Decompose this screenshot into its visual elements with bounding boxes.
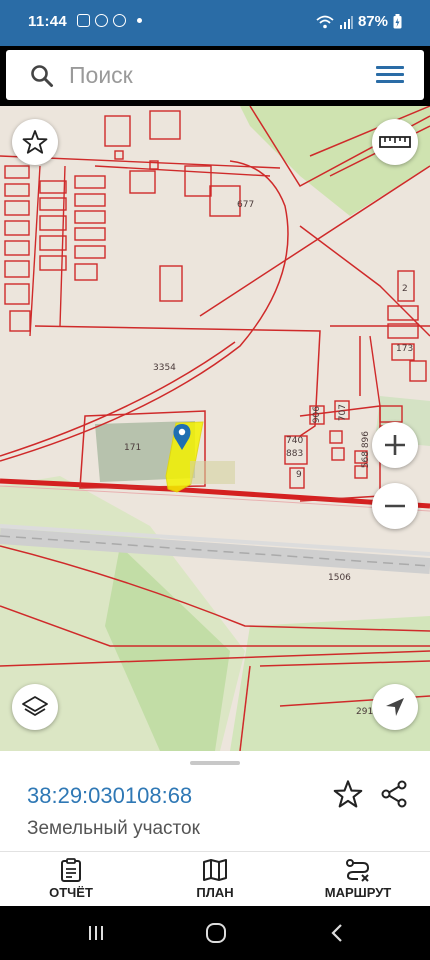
sheet-drag-handle[interactable] — [190, 761, 240, 765]
tab-route-label: МАРШРУТ — [324, 885, 392, 900]
parcel-type: Земельный участок — [27, 818, 200, 839]
parcel-label: 3354 — [153, 363, 176, 373]
signal-icon — [339, 15, 353, 29]
map-view[interactable]: 677 3354 171 906 707 740 883 9 568 896 1… — [0, 106, 430, 751]
parcel-label: 677 — [237, 200, 255, 210]
tab-report[interactable]: ОТЧЁТ — [16, 858, 126, 900]
tab-plan-label: ПЛАН — [196, 885, 234, 900]
minus-icon — [385, 504, 405, 508]
parcel-label: 707 — [338, 404, 348, 422]
search-bar[interactable]: Поиск — [6, 50, 424, 100]
my-location-button[interactable] — [372, 684, 418, 730]
ruler-button[interactable] — [372, 119, 418, 165]
star-icon[interactable] — [333, 779, 363, 809]
favorites-button[interactable] — [12, 119, 58, 165]
parcel-label: 1506 — [328, 573, 351, 583]
navigation-arrow-icon — [386, 698, 404, 716]
tab-route[interactable]: МАРШРУТ — [303, 858, 413, 900]
parcel-label: 906 — [312, 406, 322, 424]
status-bar: 11:44 87% — [0, 0, 430, 46]
zoom-out-button[interactable] — [372, 483, 418, 529]
parcel-label: 2 — [402, 284, 408, 294]
star-outline-icon — [22, 130, 48, 154]
search-icon[interactable] — [30, 64, 54, 88]
ruler-icon — [379, 136, 411, 148]
parcel-label: 9 — [296, 470, 302, 480]
viber-notification-icon-2 — [113, 14, 126, 27]
home-icon[interactable] — [205, 923, 227, 943]
system-nav-bar — [0, 906, 430, 960]
zoom-in-button[interactable] — [372, 422, 418, 468]
tab-plan[interactable]: ПЛАН — [160, 858, 270, 900]
status-time: 11:44 — [28, 13, 68, 30]
layers-icon — [22, 696, 48, 716]
route-icon — [346, 859, 370, 882]
parcel-info-sheet[interactable]: 38:29:030108:68 Земельный участок — [0, 751, 430, 851]
cadastral-map[interactable] — [0, 106, 430, 751]
clipboard-icon — [61, 858, 81, 882]
parcel-label: 291 — [356, 707, 374, 717]
more-notifications-icon — [137, 18, 142, 23]
bottom-tab-bar: ОТЧЁТ ПЛАН МАРШРУТ — [0, 851, 430, 906]
map-icon — [203, 859, 227, 881]
notification-icons — [77, 14, 142, 27]
search-input[interactable]: Поиск — [69, 62, 133, 89]
layers-button[interactable] — [12, 684, 58, 730]
viber-notification-icon — [95, 14, 108, 27]
gallery-notification-icon — [77, 14, 90, 27]
plus-icon — [385, 435, 405, 455]
cadastral-number: 38:29:030108:68 — [27, 783, 193, 808]
parcel-label: 740 — [286, 436, 304, 446]
battery-charging-icon — [393, 14, 402, 29]
parcel-label: 568 896 — [361, 431, 371, 469]
parcel-label: 171 — [124, 443, 142, 453]
tab-report-label: ОТЧЁТ — [49, 885, 93, 900]
battery-percent: 87% — [357, 13, 388, 30]
share-icon[interactable] — [380, 779, 410, 809]
back-icon[interactable] — [328, 923, 346, 943]
recent-apps-icon[interactable] — [86, 923, 106, 943]
parcel-label: 173 — [396, 344, 414, 354]
wifi-icon — [316, 15, 334, 28]
parcel-label: 883 — [286, 449, 304, 459]
menu-icon[interactable] — [376, 66, 404, 84]
